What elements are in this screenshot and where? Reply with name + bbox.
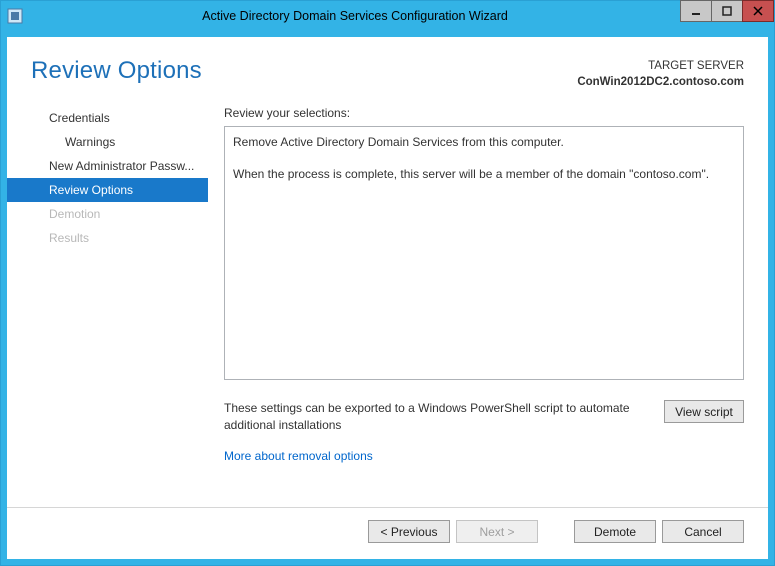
body: Credentials Warnings New Administrator P… bbox=[7, 96, 768, 507]
main-panel: Review your selections: Remove Active Di… bbox=[208, 96, 768, 507]
review-line-2: When the process is complete, this serve… bbox=[233, 165, 735, 183]
target-server-label: TARGET SERVER bbox=[577, 59, 744, 75]
step-new-admin-password[interactable]: New Administrator Passw... bbox=[7, 154, 208, 178]
step-review-options[interactable]: Review Options bbox=[7, 178, 208, 202]
step-credentials[interactable]: Credentials bbox=[7, 106, 208, 130]
page-title: Review Options bbox=[31, 57, 202, 85]
cancel-button[interactable]: Cancel bbox=[662, 520, 744, 543]
window-title: Active Directory Domain Services Configu… bbox=[29, 9, 681, 23]
page-header: Review Options TARGET SERVER ConWin2012D… bbox=[7, 37, 768, 96]
export-description: These settings can be exported to a Wind… bbox=[224, 400, 644, 435]
wizard-window: Active Directory Domain Services Configu… bbox=[0, 0, 775, 566]
view-script-button[interactable]: View script bbox=[664, 400, 744, 423]
wizard-steps-sidebar: Credentials Warnings New Administrator P… bbox=[7, 96, 208, 507]
export-row: These settings can be exported to a Wind… bbox=[224, 400, 744, 435]
close-button[interactable] bbox=[742, 0, 774, 22]
next-button: Next > bbox=[456, 520, 538, 543]
wizard-steps-list: Credentials Warnings New Administrator P… bbox=[7, 106, 208, 250]
step-results: Results bbox=[7, 226, 208, 250]
more-about-removal-link[interactable]: More about removal options bbox=[224, 449, 744, 463]
step-demotion: Demotion bbox=[7, 202, 208, 226]
target-server-block: TARGET SERVER ConWin2012DC2.contoso.com bbox=[577, 57, 744, 90]
target-server-name: ConWin2012DC2.contoso.com bbox=[577, 75, 744, 91]
footer-gap bbox=[544, 520, 568, 543]
review-selections-label: Review your selections: bbox=[224, 106, 744, 120]
content-frame: Review Options TARGET SERVER ConWin2012D… bbox=[1, 37, 774, 565]
window-controls bbox=[681, 1, 774, 31]
app-icon bbox=[1, 8, 29, 24]
titlebar: Active Directory Domain Services Configu… bbox=[1, 1, 774, 31]
demote-button[interactable]: Demote bbox=[574, 520, 656, 543]
step-warnings[interactable]: Warnings bbox=[7, 130, 208, 154]
review-line-1: Remove Active Directory Domain Services … bbox=[233, 133, 735, 151]
review-selections-textbox[interactable]: Remove Active Directory Domain Services … bbox=[224, 126, 744, 380]
previous-button[interactable]: < Previous bbox=[368, 520, 450, 543]
wizard-footer: < Previous Next > Demote Cancel bbox=[7, 507, 768, 559]
maximize-button[interactable] bbox=[711, 0, 743, 22]
minimize-button[interactable] bbox=[680, 0, 712, 22]
